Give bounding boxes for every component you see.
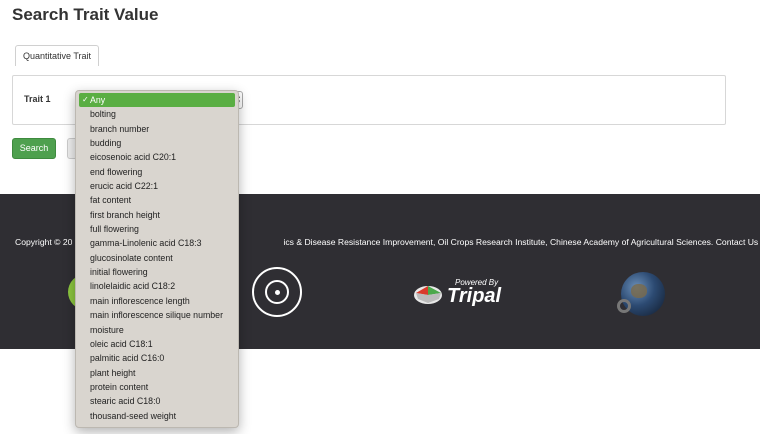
caas-logo[interactable] xyxy=(252,267,302,317)
page-title: Search Trait Value xyxy=(12,5,159,24)
option-item[interactable]: main inflorescence silique number xyxy=(76,308,238,322)
option-item[interactable]: plant height xyxy=(76,366,238,380)
search-button[interactable]: Search xyxy=(12,138,56,159)
copyright-end: ics & Disease Resistance Improvement, Oi… xyxy=(283,237,759,247)
option-item[interactable]: thousand-seed weight xyxy=(76,409,238,423)
option-item[interactable]: gamma-Linolenic acid C18:3 xyxy=(76,236,238,250)
trait-1-label: Trait 1 xyxy=(24,94,51,104)
option-item[interactable]: stearic acid C18:0 xyxy=(76,394,238,408)
option-item[interactable]: initial flowering xyxy=(76,265,238,279)
option-any[interactable]: ✓ Any xyxy=(79,93,235,108)
option-item[interactable]: oleic acid C18:1 xyxy=(76,337,238,351)
option-item[interactable]: protein content xyxy=(76,380,238,394)
tripal-icon xyxy=(414,286,442,304)
tripal-logo[interactable]: Powered By Tripal xyxy=(413,278,513,310)
gear-icon xyxy=(617,299,631,313)
option-item[interactable]: first branch height xyxy=(76,208,238,222)
tab-quantitative-trait[interactable]: Quantitative Trait xyxy=(15,45,100,66)
option-item[interactable]: palmitic acid C16:0 xyxy=(76,351,238,365)
option-item[interactable]: end flowering xyxy=(76,165,238,179)
option-item[interactable]: linolelaidic acid C18:2 xyxy=(76,279,238,293)
option-item[interactable]: budding xyxy=(76,136,238,150)
option-item[interactable]: branch number xyxy=(76,122,238,136)
option-item[interactable]: full flowering xyxy=(76,222,238,236)
option-item[interactable]: main inflorescence length xyxy=(76,294,238,308)
copyright-start: Copyright © 20 xyxy=(15,237,73,247)
flower-icon xyxy=(265,280,289,304)
globe-land-icon xyxy=(631,284,647,298)
option-item[interactable]: fat content xyxy=(76,193,238,207)
option-item[interactable]: glucosinolate content xyxy=(76,251,238,265)
option-item[interactable]: bolting xyxy=(76,107,238,121)
check-icon: ✓ xyxy=(82,95,89,104)
trait-select-dropdown[interactable]: ✓ Any bolting branch number budding eicos… xyxy=(75,90,239,428)
option-item[interactable]: erucic acid C22:1 xyxy=(76,179,238,193)
tripal-name: Tripal xyxy=(447,285,502,307)
option-item[interactable]: eicosenoic acid C20:1 xyxy=(76,150,238,164)
option-item[interactable]: moisture xyxy=(76,323,238,337)
